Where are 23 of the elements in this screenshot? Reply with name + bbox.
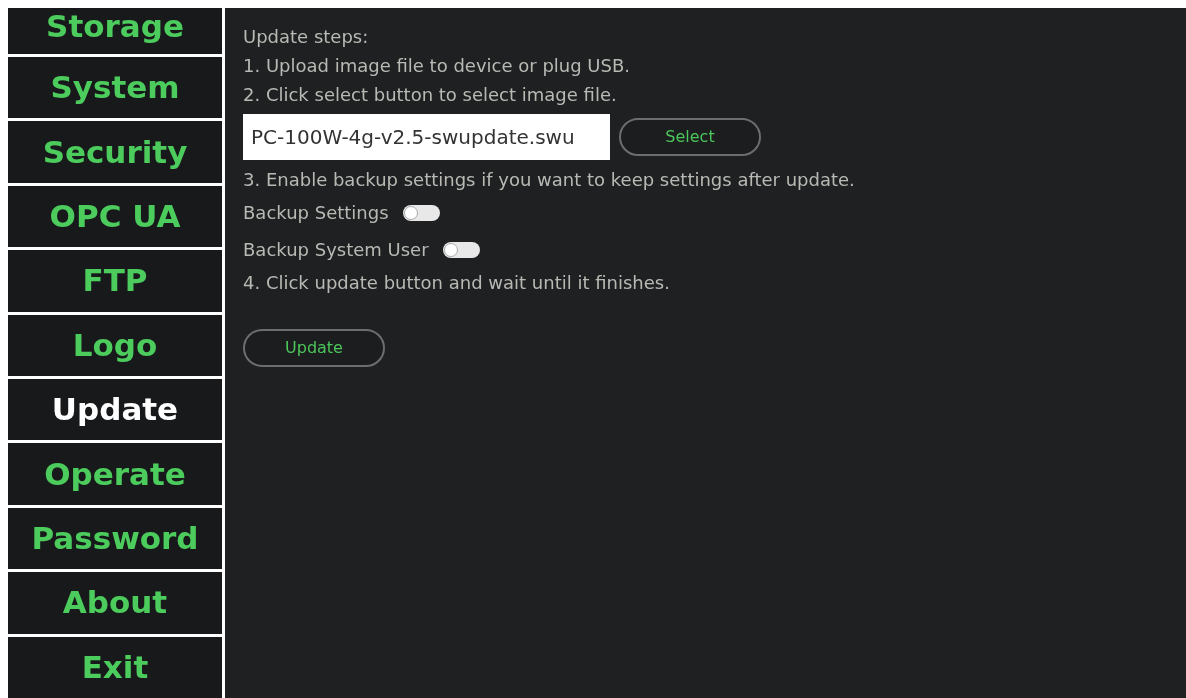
toggle-switch[interactable] [442,241,480,258]
sidebar-item[interactable]: About [8,572,222,634]
sidebar-item[interactable]: OPC UA [8,185,222,248]
sidebar-item[interactable]: Security [8,121,222,183]
sidebar-item[interactable]: Password [8,507,222,570]
select-button[interactable]: Select [619,118,761,156]
toggle-label: Backup System User [243,238,429,262]
toggle-switch[interactable] [402,204,440,221]
sidebar-item[interactable]: Operate [8,443,222,505]
instruction-text: 2. Click select button to select image file. [243,83,617,107]
sidebar-item[interactable]: System [8,57,222,119]
instruction-text: 3. Enable backup settings if you want to keep settings after update. [243,168,855,192]
file-path-field[interactable]: PC-100W-4g-v2.5-swupdate.swu [243,114,610,160]
sidebar-item[interactable]: Logo [8,314,222,377]
sidebar-item[interactable]: Storage [8,8,222,54]
instruction-text: 4. Click update button and wait until it finishes. [243,271,670,295]
sidebar-item[interactable]: FTP [8,250,222,312]
instruction-text: Update steps: [243,25,369,49]
toggle-label: Backup Settings [243,201,389,225]
update-button[interactable]: Update [243,329,385,367]
instruction-text: 1. Upload image file to device or plug USB. [243,54,631,78]
sidebar-item[interactable]: Update [8,379,222,441]
sidebar-item[interactable]: Exit [8,636,222,698]
